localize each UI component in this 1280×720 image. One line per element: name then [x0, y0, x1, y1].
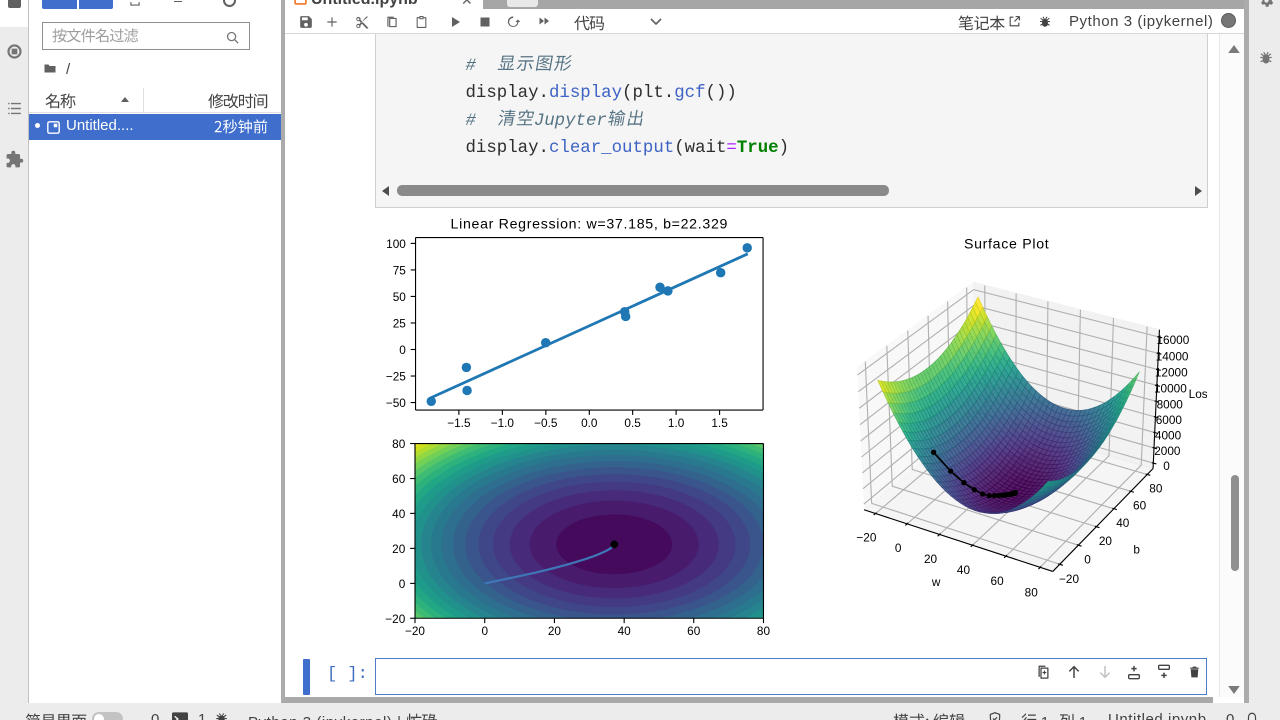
svg-text:10000: 10000 [1154, 382, 1187, 396]
svg-text:60: 60 [991, 574, 1005, 588]
svg-text:−20: −20 [1059, 572, 1079, 586]
svg-text:Surface Plot: Surface Plot [964, 236, 1049, 252]
svg-text:40: 40 [957, 563, 971, 577]
svg-text:0: 0 [1084, 553, 1091, 567]
svg-text:−20: −20 [405, 624, 425, 638]
svg-text:80: 80 [1025, 585, 1039, 599]
svg-text:60: 60 [1133, 498, 1147, 512]
svg-text:20: 20 [392, 542, 406, 556]
svg-text:60: 60 [687, 624, 701, 638]
svg-text:−25: −25 [386, 369, 406, 383]
svg-text:−20: −20 [385, 612, 405, 626]
svg-text:50: 50 [393, 290, 407, 304]
svg-text:16000: 16000 [1157, 333, 1190, 347]
svg-text:b: b [1133, 543, 1140, 557]
svg-text:−50: −50 [386, 396, 406, 410]
svg-text:20: 20 [1099, 534, 1113, 548]
svg-text:0.0: 0.0 [581, 416, 598, 430]
svg-text:0: 0 [895, 541, 902, 555]
svg-text:−0.5: −0.5 [534, 416, 558, 430]
svg-text:Linear Regression: w=37.185, b: Linear Regression: w=37.185, b=22.329 [451, 217, 729, 233]
svg-text:40: 40 [392, 507, 406, 521]
svg-text:40: 40 [618, 624, 632, 638]
svg-text:4000: 4000 [1155, 429, 1182, 443]
svg-text:0: 0 [399, 343, 406, 357]
svg-text:60: 60 [392, 472, 406, 486]
svg-text:8000: 8000 [1157, 398, 1184, 412]
svg-text:14000: 14000 [1156, 350, 1189, 364]
svg-text:6000: 6000 [1156, 413, 1183, 427]
svg-text:80: 80 [757, 624, 771, 638]
svg-text:1.5: 1.5 [711, 416, 728, 430]
svg-text:80: 80 [392, 437, 406, 451]
svg-text:12000: 12000 [1155, 366, 1188, 380]
svg-text:w: w [931, 575, 941, 589]
svg-text:−1.5: −1.5 [447, 416, 471, 430]
svg-text:0: 0 [399, 577, 406, 591]
svg-text:−1.0: −1.0 [491, 416, 515, 430]
svg-text:25: 25 [393, 316, 407, 330]
svg-text:Loss: Loss [1189, 387, 1207, 401]
svg-text:20: 20 [924, 552, 938, 566]
svg-text:1.0: 1.0 [668, 416, 685, 430]
svg-text:100: 100 [386, 237, 406, 251]
svg-text:−20: −20 [856, 530, 876, 544]
svg-text:2000: 2000 [1154, 444, 1181, 458]
svg-text:40: 40 [1116, 516, 1130, 530]
svg-text:0.5: 0.5 [624, 416, 641, 430]
svg-text:0: 0 [481, 624, 488, 638]
svg-text:80: 80 [1149, 481, 1163, 495]
svg-text:0: 0 [1163, 459, 1170, 473]
svg-text:20: 20 [548, 624, 562, 638]
svg-text:75: 75 [393, 263, 407, 277]
